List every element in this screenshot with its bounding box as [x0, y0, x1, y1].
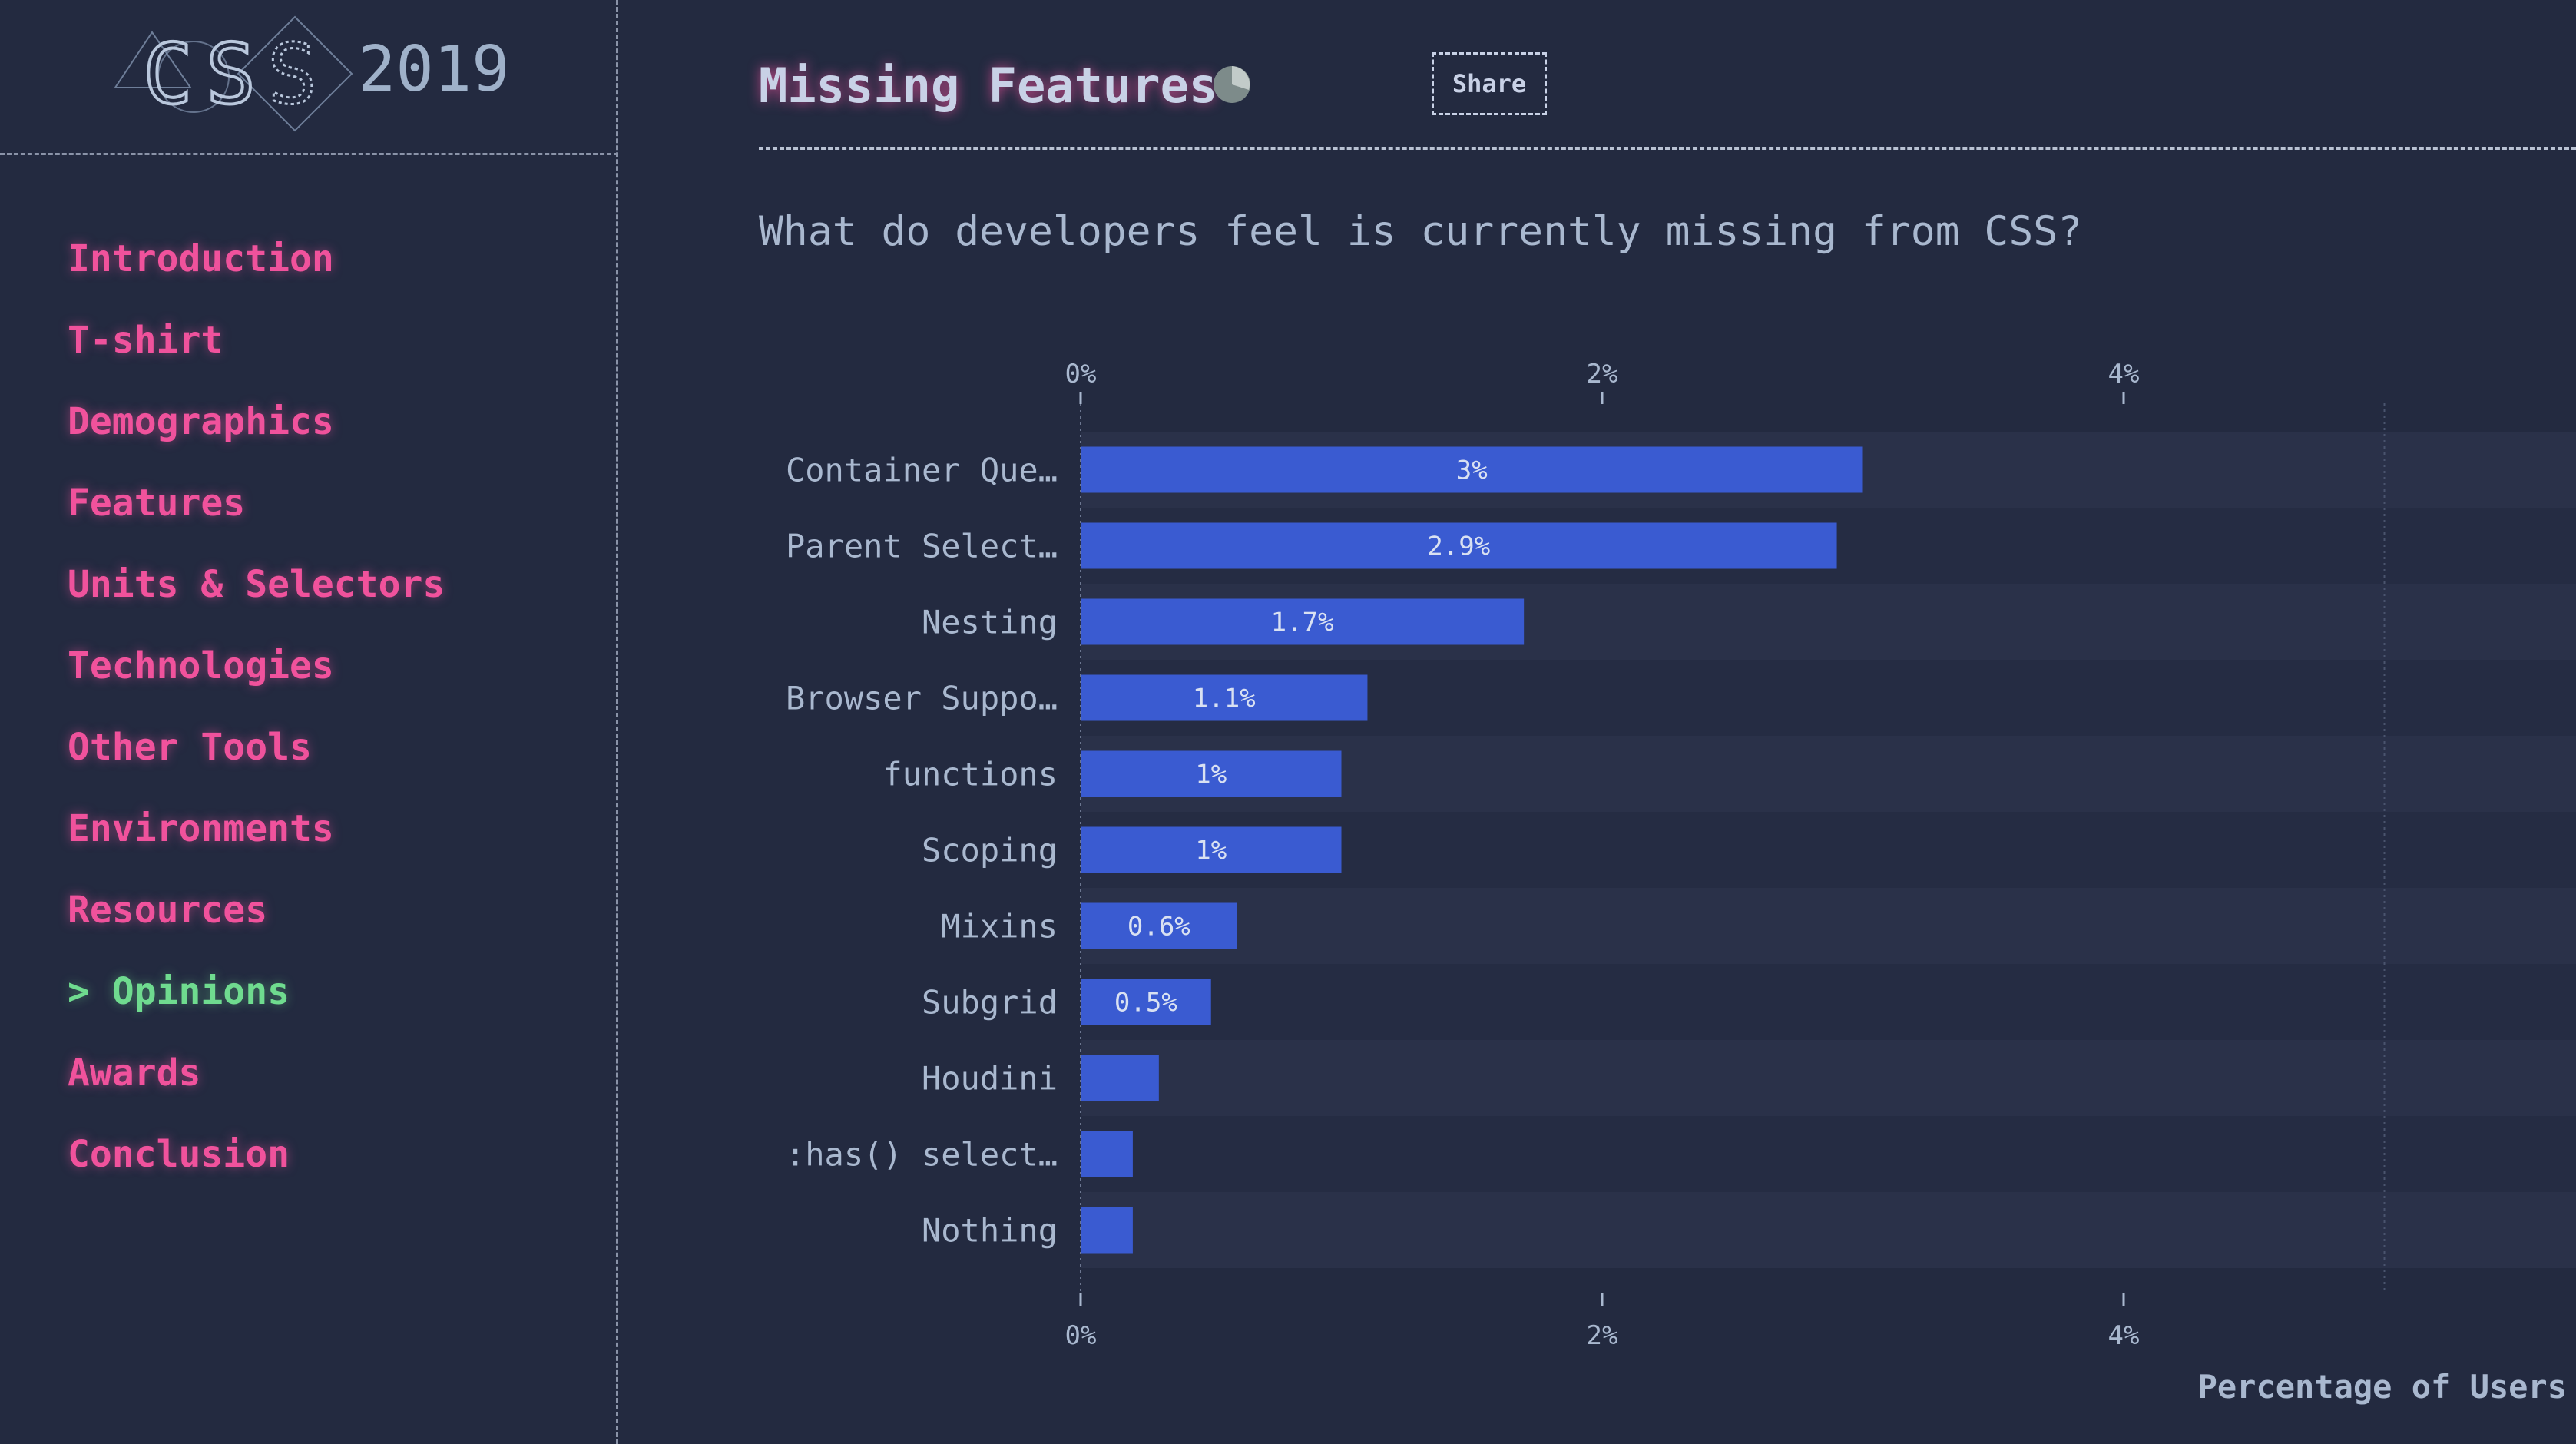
nav-item-environments[interactable]: Environments	[68, 797, 445, 878]
nav-item-other-tools[interactable]: Other Tools	[68, 715, 445, 797]
css-logo-icon: C S S	[114, 15, 353, 132]
x-tick-label-bottom: 2%	[1587, 1320, 1618, 1351]
nav-item-features[interactable]: Features	[68, 471, 445, 552]
row-band	[1081, 1116, 2576, 1192]
category-label: Mixins	[941, 908, 1058, 946]
logo-year: 2019	[358, 33, 510, 106]
row-band	[1081, 1040, 2576, 1116]
nav-item-technologies[interactable]: Technologies	[68, 634, 445, 715]
main-content: Missing Features Share What do developer…	[618, 0, 2576, 1444]
nav-item-units-selectors[interactable]: Units & Selectors	[68, 552, 445, 634]
bar	[1081, 1055, 1159, 1101]
nav-item-introduction[interactable]: Introduction	[68, 227, 445, 308]
bar-value-label: 1.7%	[1271, 608, 1334, 638]
x-tick-label-top: 4%	[2108, 359, 2140, 389]
sidebar: C S S 2019 Introduction T-shirt Demograp…	[0, 0, 618, 1444]
category-label: :has() select…	[786, 1136, 1058, 1174]
bar-value-label: 0.5%	[1114, 988, 1177, 1018]
logo[interactable]: C S S 2019	[0, 0, 618, 155]
nav-item-demographics[interactable]: Demographics	[68, 389, 445, 471]
bar-value-label: 1%	[1195, 760, 1227, 790]
bar-value-label: 2.9%	[1427, 532, 1490, 562]
row-band	[1081, 1192, 2576, 1268]
bar-value-label: 1%	[1195, 836, 1227, 866]
x-tick-label-bottom: 0%	[1065, 1320, 1097, 1351]
category-label: Parent Select…	[786, 528, 1058, 565]
category-label: Houdini	[922, 1060, 1058, 1098]
x-tick-label-top: 2%	[1587, 359, 1618, 389]
nav-item-resources[interactable]: Resources	[68, 878, 445, 959]
category-label: functions	[882, 756, 1058, 793]
category-label: Scoping	[922, 832, 1058, 869]
category-label: Nothing	[922, 1212, 1058, 1250]
nav-item-conclusion[interactable]: Conclusion	[68, 1122, 445, 1204]
bar	[1081, 1131, 1133, 1177]
x-tick-label-top: 0%	[1065, 359, 1097, 389]
x-axis-title: Percentage of Users	[2198, 1368, 2567, 1406]
row-band	[1081, 964, 2576, 1040]
logo-letter: S	[267, 27, 317, 123]
category-label: Container Que…	[786, 452, 1058, 489]
x-tick-label-bottom: 4%	[2108, 1320, 2140, 1351]
logo-letter: C	[143, 27, 193, 123]
nav-item-opinions[interactable]: > Opinions	[68, 959, 445, 1041]
category-label: Browser Suppo…	[786, 680, 1058, 717]
nav-item-awards[interactable]: Awards	[68, 1041, 445, 1122]
nav-item-t-shirt[interactable]: T-shirt	[68, 308, 445, 389]
bar-value-label: 0.6%	[1127, 912, 1190, 942]
bar-value-label: 1.1%	[1193, 684, 1256, 714]
row-band	[1081, 888, 2576, 964]
bar-value-label: 3%	[1456, 455, 1488, 486]
bar-chart: 0% 0% 2% 2% 4% 4% Container Que… 3% Parent Selec…	[786, 359, 2576, 1406]
category-label: Nesting	[922, 604, 1058, 641]
logo-letter: S	[206, 27, 256, 123]
category-label: Subgrid	[922, 984, 1058, 1022]
sidebar-nav: Introduction T-shirt Demographics Featur…	[68, 227, 445, 1204]
bar	[1081, 1207, 1133, 1254]
